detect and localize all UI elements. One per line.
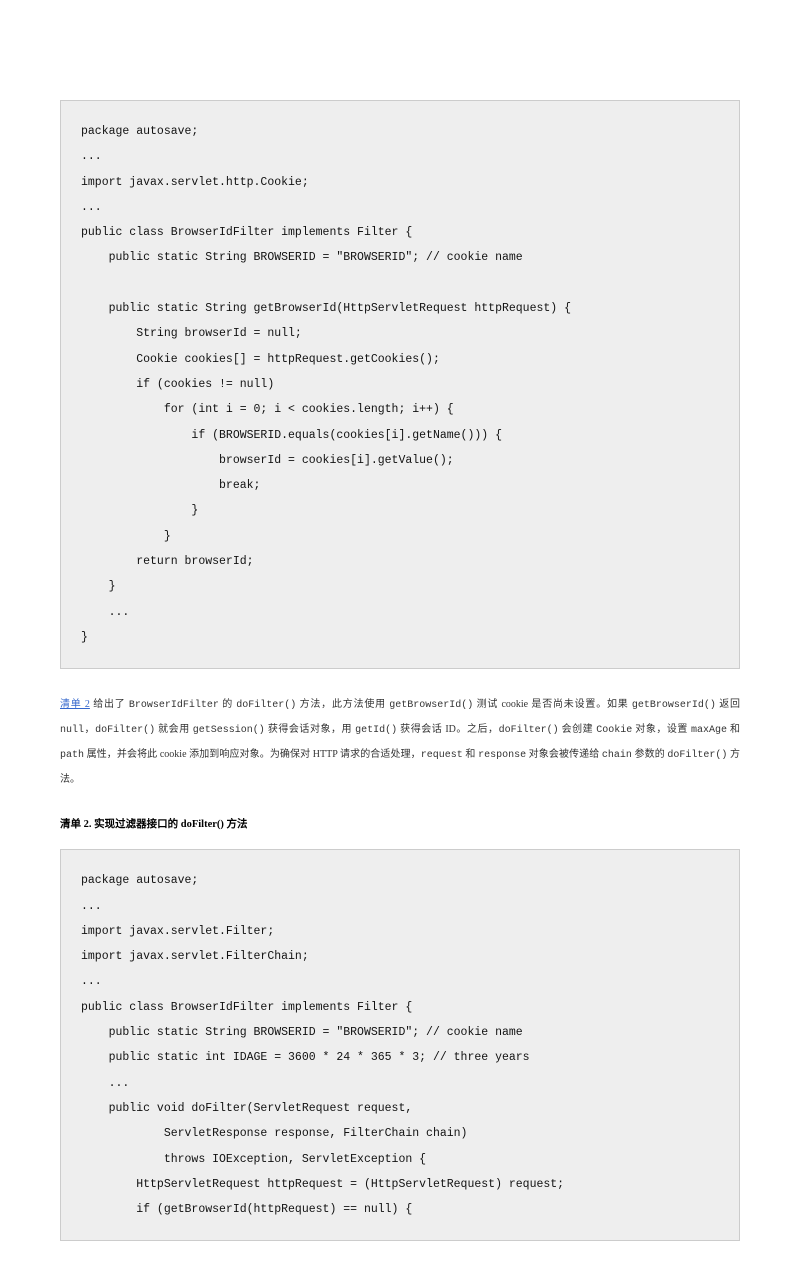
- inline-code: doFilter(): [95, 725, 155, 736]
- inline-code: getSession(): [193, 725, 265, 736]
- paragraph-1: 清单 2 给出了 BrowserIdFilter 的 doFilter() 方法…: [60, 693, 740, 792]
- text: 和: [463, 749, 478, 760]
- code-listing-2: package autosave; ... import javax.servl…: [60, 849, 740, 1241]
- text: 测试 cookie 是否尚未设置。如果: [473, 699, 632, 710]
- listing-2-link[interactable]: 清单 2: [60, 699, 90, 710]
- inline-code: chain: [602, 750, 632, 761]
- inline-code: Cookie: [596, 725, 632, 736]
- inline-code: getBrowserId(): [632, 700, 716, 711]
- inline-code: path: [60, 750, 84, 761]
- text: 对象，设置: [632, 724, 691, 735]
- text: 和: [727, 724, 740, 735]
- text: 方法，此方法使用: [296, 699, 389, 710]
- inline-code: doFilter(): [499, 725, 559, 736]
- inline-code: null: [60, 725, 84, 736]
- text: 给出了: [90, 699, 129, 710]
- text: 获得会话 ID。之后，: [397, 724, 498, 735]
- text: 对象会被传递给: [526, 749, 602, 760]
- text: 属性，并会将此 cookie 添加到响应对象。为确保对 HTTP 请求的合适处理…: [84, 749, 421, 760]
- inline-code: doFilter(): [236, 700, 296, 711]
- text: 的: [219, 699, 236, 710]
- inline-code: getBrowserId(): [389, 700, 473, 711]
- text: 会创建: [559, 724, 597, 735]
- inline-code: BrowserIdFilter: [129, 700, 219, 711]
- text: ，: [84, 724, 95, 735]
- inline-code: getId(): [355, 725, 397, 736]
- inline-code: response: [478, 750, 526, 761]
- text: 就会用: [155, 724, 193, 735]
- page-content: package autosave; ... import javax.servl…: [0, 0, 800, 1241]
- inline-code: doFilter(): [667, 750, 727, 761]
- text: 返回: [716, 699, 740, 710]
- inline-code: request: [421, 750, 463, 761]
- listing-2-title: 清单 2. 实现过滤器接口的 doFilter() 方法: [60, 816, 740, 831]
- text: 获得会话对象，用: [265, 724, 355, 735]
- inline-code: maxAge: [691, 725, 727, 736]
- code-listing-1: package autosave; ... import javax.servl…: [60, 100, 740, 669]
- text: 参数的: [632, 749, 667, 760]
- top-padding: [60, 0, 740, 100]
